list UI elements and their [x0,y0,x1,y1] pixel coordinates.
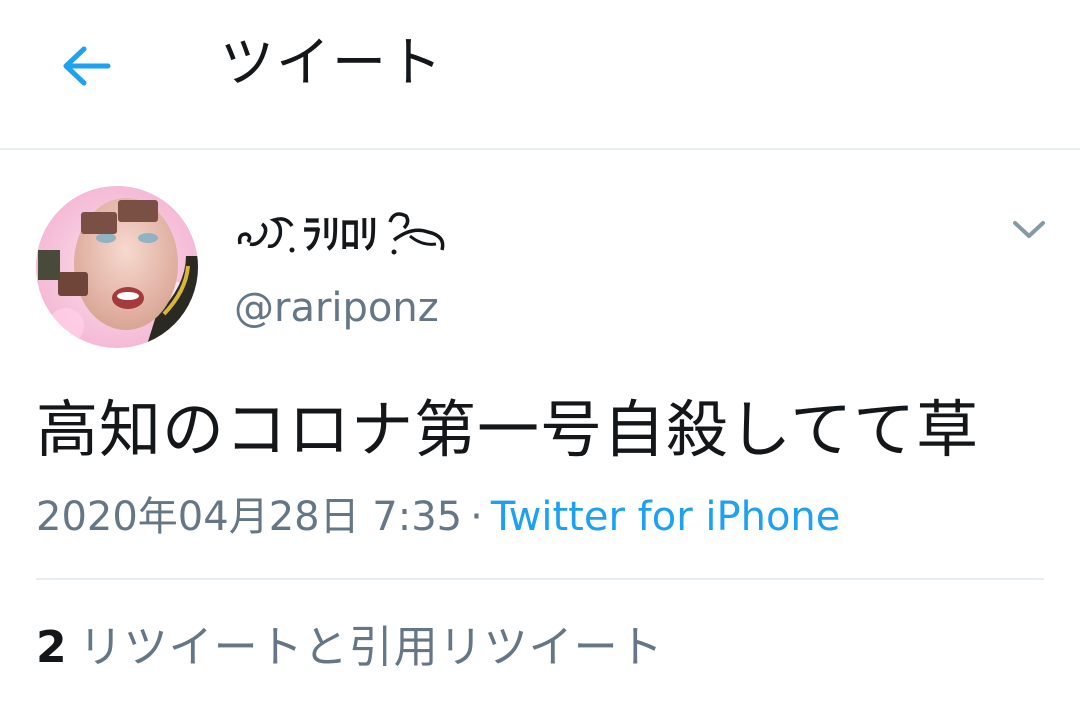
back-button[interactable] [50,34,120,98]
tweet-timestamp[interactable]: 2020年04月28日 7:35 [36,494,462,540]
retweet-label: リツイートと引用リツイート [78,622,664,673]
butterfly-icon [388,212,445,255]
tweet-source-link[interactable]: Twitter for iPhone [491,494,841,540]
username[interactable]: @rariponz [234,282,439,334]
display-name[interactable]: ﾗﾘﾛﾘ [234,196,450,266]
arrow-left-icon [63,46,111,86]
tweet-menu-button[interactable] [1004,208,1054,252]
display-name-text: ﾗﾘﾛﾘ [302,212,379,258]
chevron-down-icon [1013,221,1045,238]
divider [36,578,1044,580]
top-bar: ツイート [0,0,1080,150]
tweet-meta: 2020年04月28日 7:35 · Twitter for iPhone [36,490,840,544]
page-title: ツイート [220,31,444,94]
tweet-text: 高知のコロナ第一号自殺してて草 [36,393,980,466]
avatar[interactable] [36,186,198,348]
avatar-image [36,186,198,348]
retweet-count: 2 [36,622,67,673]
tweet-detail-screen: ツイート ﾗﾘﾛﾘ @rariponz 高知のコロナ第一号自殺してて草 2020… [0,0,1080,707]
meta-separator: · [470,494,483,540]
flourish-left-icon [237,217,295,253]
retweet-stats[interactable]: 2 リツイートと引用リツイート [36,620,664,676]
